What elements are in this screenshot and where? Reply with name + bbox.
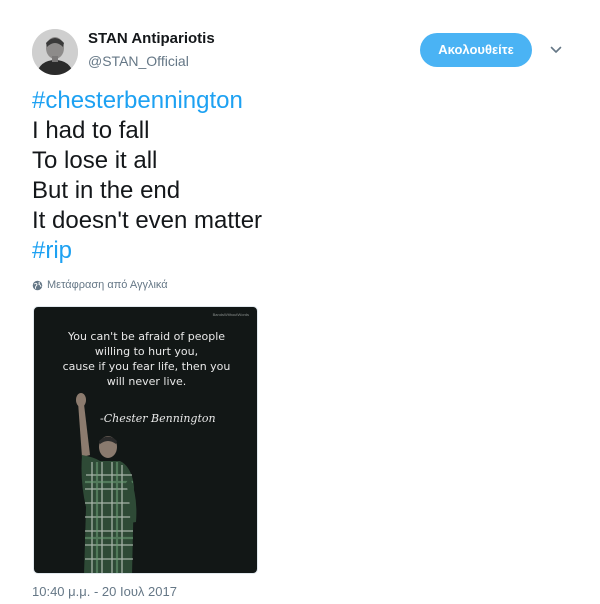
translate-link[interactable]: Μετάφραση από Αγγλικά: [32, 279, 168, 291]
avatar[interactable]: [32, 29, 78, 75]
user-handle[interactable]: @STAN_Official: [88, 53, 189, 69]
tweet-text-line: It doesn't even matter: [32, 207, 263, 234]
tweet-card: STAN Antipariotis @STAN_Official Ακολουθ…: [0, 0, 600, 604]
tweet-text-line: To lose it all: [32, 147, 158, 174]
following-button[interactable]: Ακολουθείτε: [420, 33, 532, 67]
translate-label: Μετάφραση από Αγγλικά: [47, 279, 168, 291]
tweet-timestamp[interactable]: 10:40 μ.μ. - 20 Ιουλ 2017: [32, 584, 177, 599]
singer-figure: [76, 393, 137, 573]
tweet-text-line: I had to fall: [32, 117, 150, 144]
avatar-photo: [32, 29, 78, 75]
tweet-text-line: But in the end: [32, 177, 181, 204]
hashtag-link[interactable]: #chesterbennington: [32, 86, 572, 116]
globe-icon: [32, 280, 43, 290]
chevron-down-icon[interactable]: [548, 42, 564, 58]
tweet-text: #chesterbennington I had to fall To lose i…: [32, 86, 572, 266]
hashtag-link[interactable]: #rip: [32, 236, 572, 266]
tweet-image[interactable]: BandsWithoutWords You can't be afraid of…: [33, 306, 258, 574]
display-name[interactable]: STAN Antipariotis: [88, 30, 215, 47]
